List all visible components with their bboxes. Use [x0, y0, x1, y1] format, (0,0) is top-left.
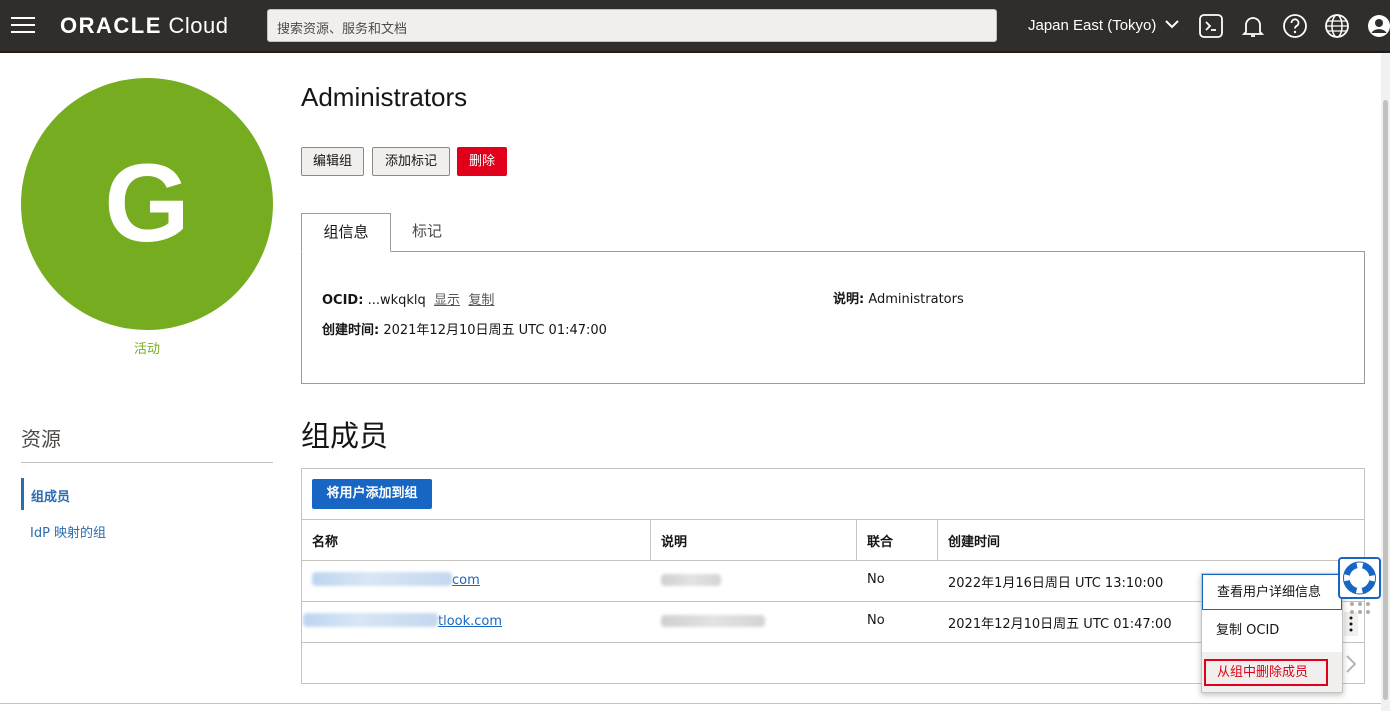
chevron-right-icon[interactable] — [1343, 653, 1359, 675]
copy-ocid-menu-item[interactable]: 复制 OCID — [1202, 614, 1342, 648]
help-float-button[interactable] — [1338, 557, 1381, 599]
column-divider — [650, 519, 651, 560]
search-input[interactable]: 搜索资源、服务和文档 — [267, 9, 997, 42]
help-icon[interactable] — [1282, 13, 1308, 39]
column-header-description[interactable]: 说明 — [661, 531, 687, 550]
table-header-bottom-border — [302, 560, 1364, 561]
oracle-cloud-logo[interactable]: ORACLE Cloud — [60, 12, 228, 40]
menu-icon[interactable] — [11, 17, 35, 35]
created-row: 创建时间: 2021年12月10日周五 UTC 01:47:00 — [322, 323, 607, 338]
redacted-email — [312, 572, 452, 586]
column-divider — [937, 519, 938, 560]
member-email-link[interactable]: com — [452, 573, 480, 588]
table-header-top-border — [302, 519, 1364, 520]
header-bottom-border — [0, 51, 1390, 53]
table-row: com — [312, 572, 480, 588]
created-cell: 2022年1月16日周日 UTC 13:10:00 — [948, 576, 1164, 591]
add-user-to-group-button[interactable]: 将用户添加到组 — [312, 479, 432, 509]
copy-ocid-link[interactable]: 复制 — [468, 293, 494, 308]
edit-group-button[interactable]: 编辑组 — [301, 147, 364, 176]
chevron-down-icon — [1164, 20, 1179, 29]
member-email-link[interactable]: tlook.com — [438, 614, 502, 629]
description-row: 说明: Administrators — [833, 292, 964, 307]
remove-member-menu-item[interactable]: 从组中删除成员 — [1202, 652, 1342, 692]
profile-icon[interactable] — [1366, 13, 1390, 39]
sidebar-item-idp-groups[interactable]: IdP 映射的组 — [30, 522, 106, 541]
ocid-row: OCID: ...wkqklq 显示 复制 — [322, 293, 495, 308]
tab-group-info[interactable]: 组信息 — [301, 213, 391, 252]
group-info-panel — [301, 251, 1365, 384]
scrollbar-thumb[interactable] — [1383, 100, 1388, 700]
grip-dots-icon[interactable] — [1349, 600, 1371, 616]
redacted-description — [661, 574, 721, 586]
cloud-shell-icon[interactable] — [1198, 13, 1224, 39]
delete-button[interactable]: 删除 — [457, 147, 507, 176]
view-user-details-menu-item[interactable]: 查看用户详细信息 — [1202, 574, 1342, 610]
add-tags-button[interactable]: 添加标记 — [372, 147, 450, 176]
globe-icon[interactable] — [1324, 13, 1350, 39]
column-header-created[interactable]: 创建时间 — [948, 531, 1000, 550]
page-title: Administrators — [301, 82, 468, 112]
tab-tags[interactable]: 标记 — [391, 213, 463, 252]
sidebar-item-group-members[interactable]: 组成员 — [21, 478, 273, 510]
column-header-name[interactable]: 名称 — [312, 531, 338, 550]
federated-cell: No — [867, 572, 885, 587]
redacted-description — [661, 615, 765, 627]
resources-heading: 资源 — [21, 427, 61, 451]
table-row: tlook.com — [303, 613, 502, 629]
federated-cell: No — [867, 613, 885, 628]
status-label: 活动 — [133, 342, 160, 357]
redacted-email — [303, 613, 438, 627]
region-selector[interactable]: Japan East (Tokyo) — [1028, 17, 1179, 34]
column-header-federated[interactable]: 联合 — [867, 531, 893, 550]
lifebuoy-icon — [1343, 561, 1376, 595]
created-cell: 2021年12月10日周五 UTC 01:47:00 — [948, 617, 1172, 632]
column-divider — [856, 519, 857, 560]
members-heading: 组成员 — [301, 419, 389, 453]
show-ocid-link[interactable]: 显示 — [434, 293, 460, 308]
resources-divider — [21, 462, 273, 463]
group-avatar: G — [21, 78, 273, 330]
footer-divider — [0, 703, 1381, 704]
bell-icon[interactable] — [1240, 13, 1266, 39]
